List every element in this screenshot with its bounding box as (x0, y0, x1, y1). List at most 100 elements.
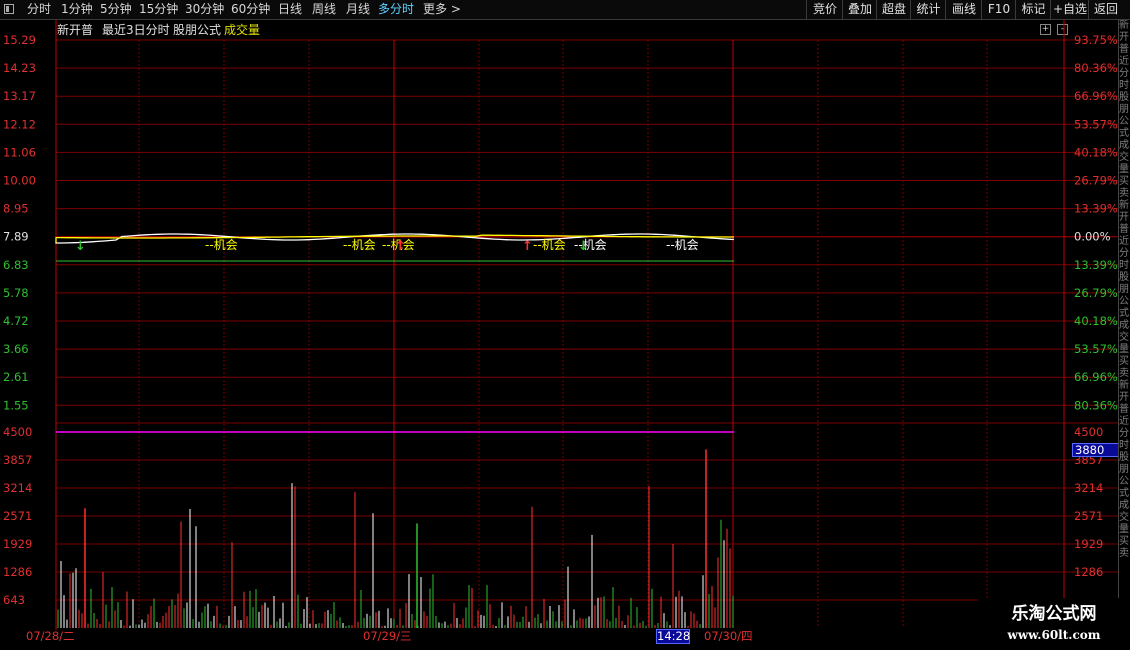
side-panel-char: 式 (1119, 308, 1129, 319)
side-panel-char: 普 (1119, 44, 1129, 55)
side-panel-char: 朋 (1119, 464, 1129, 475)
volume-bars (57, 449, 734, 628)
stats-button[interactable]: 统计 (910, 0, 946, 19)
price-axis-labels: 15.29 93.75% 14.23 80.36% 13.17 66.96% 12.12 53… (3, 33, 1118, 412)
volume-tick-label: 3214 (3, 481, 32, 495)
pct-tick-label: 13.39% (1074, 258, 1118, 272)
price-tick-label: 6.83 (3, 258, 29, 272)
mark-button[interactable]: 标记 (1015, 0, 1051, 19)
tab-weekly[interactable]: 周线 (312, 1, 336, 18)
tab-5min[interactable]: 5分钟 (100, 1, 132, 18)
side-panel-char: 分 (1119, 68, 1129, 79)
pct-tick-label: 26.79% (1074, 174, 1118, 188)
status-bar (0, 646, 978, 650)
side-panel-char: 开 (1119, 392, 1129, 403)
volume-tick-label-right: 2571 (1074, 509, 1103, 523)
pct-tick-label: 80.36% (1074, 61, 1118, 75)
price-tick-label: 11.06 (3, 145, 36, 159)
window-menu-icon[interactable] (4, 4, 14, 14)
side-panel-char: 新 (1119, 200, 1129, 211)
side-panel-char: 卖 (1119, 548, 1129, 559)
side-panel-char: 分 (1119, 248, 1129, 259)
side-panel-char: 股 (1119, 272, 1129, 283)
tab-60min[interactable]: 60分钟 (231, 1, 270, 18)
side-panel-char: 交 (1119, 332, 1129, 343)
side-panel-char: 式 (1119, 128, 1129, 139)
sell-arrow-icon: ↓ (75, 239, 86, 254)
back-button[interactable]: 返回 (1088, 0, 1123, 19)
side-panel-char: 量 (1119, 344, 1129, 355)
side-panel-char: 普 (1119, 404, 1129, 415)
watermark-url: www.60lt.com (1007, 628, 1101, 642)
tab-30min[interactable]: 30分钟 (185, 1, 224, 18)
side-panel-char: 分 (1119, 428, 1129, 439)
draw-button[interactable]: 画线 (945, 0, 982, 19)
side-panel-char: 卖 (1119, 368, 1129, 379)
chart-area[interactable]: 15.29 93.75% 14.23 80.36% 13.17 66.96% 12.12 53… (0, 20, 1118, 630)
buy-arrow-icon: ↑ (395, 239, 406, 254)
pct-tick-label: 26.79% (1074, 286, 1118, 300)
side-panel-char: 普 (1119, 224, 1129, 235)
sell-arrow-icon: ↓ (578, 239, 589, 254)
volume-tick-label: 643 (3, 593, 25, 607)
signal-markers: --机会 --机会 --机会 --机会 --机会 --机会↓ ↑ ↑ ↓ (75, 238, 699, 254)
price-tick-label: 14.23 (3, 61, 36, 75)
side-panel-char: 开 (1119, 32, 1129, 43)
x-date-2: 07/29/三 (363, 629, 412, 643)
price-tick-label: 8.95 (3, 202, 29, 216)
side-panel-char: 成 (1119, 500, 1129, 511)
side-panel-char: 时 (1119, 440, 1129, 451)
price-tick-label: 3.66 (3, 342, 29, 356)
side-panel-char: 成 (1119, 320, 1129, 331)
price-tick-label: 4.72 (3, 314, 29, 328)
crosshair-time: 14:28 (656, 629, 691, 644)
side-panel-char: 交 (1119, 152, 1129, 163)
side-panel-char: 朋 (1119, 284, 1129, 295)
side-panel-char: 买 (1119, 176, 1129, 187)
side-panel-char: 式 (1119, 488, 1129, 499)
volume-tick-label: 2571 (3, 509, 32, 523)
tab-multi-day[interactable]: 多分时 (378, 1, 414, 18)
overlay-button[interactable]: 叠加 (842, 0, 877, 19)
tab-monthly[interactable]: 月线 (346, 1, 370, 18)
side-panel-char: 成 (1119, 140, 1129, 151)
pct-tick-label: 66.96% (1074, 89, 1118, 103)
tab-fenshi[interactable]: 分时 (27, 1, 51, 18)
pct-tick-label: 53.57% (1074, 117, 1118, 131)
f10-button[interactable]: F10 (981, 0, 1016, 19)
pct-tick-label: 53.57% (1074, 342, 1118, 356)
side-panel-char: 股 (1119, 92, 1129, 103)
volume-tick-label-right: 3214 (1074, 481, 1103, 495)
period-toolbar: 分时 1分钟 5分钟 15分钟 30分钟 60分钟 日线 周线 月线 多分时 更… (0, 0, 1130, 20)
buy-arrow-icon: ↑ (522, 239, 533, 254)
pct-tick-label: 40.18% (1074, 145, 1118, 159)
side-panel-char: 时 (1119, 260, 1129, 271)
side-panel-char: 公 (1119, 116, 1129, 127)
price-tick-label: 7.89 (3, 230, 29, 244)
volume-tick-label-right: 1929 (1074, 537, 1103, 551)
pct-tick-label: 80.36% (1074, 398, 1118, 412)
price-tick-label: 10.00 (3, 174, 36, 188)
signal-label: --机会 (205, 238, 238, 252)
add-watchlist-button[interactable]: +自选 (1050, 0, 1089, 19)
price-tick-label: 13.17 (3, 89, 36, 103)
super-button[interactable]: 超盘 (876, 0, 911, 19)
auction-button[interactable]: 竞价 (806, 0, 843, 19)
watermark: 乐淘公式网 www.60lt.com (978, 598, 1130, 650)
volume-tick-label: 1929 (3, 537, 32, 551)
volume-tick-label: 3857 (3, 453, 32, 467)
signal-label: --机会 (343, 238, 376, 252)
tab-15min[interactable]: 15分钟 (139, 1, 178, 18)
tab-1min[interactable]: 1分钟 (61, 1, 93, 18)
price-tick-label: 1.55 (3, 398, 29, 412)
volume-tick-label-right: 1286 (1074, 565, 1103, 579)
side-panel-char: 新 (1119, 380, 1129, 391)
volume-current-value: 3880 (1072, 443, 1122, 457)
tab-daily[interactable]: 日线 (278, 1, 302, 18)
pct-tick-label: 13.39% (1074, 202, 1118, 216)
side-panel-char: 近 (1119, 56, 1129, 67)
pct-tick-label: 0.00% (1074, 230, 1111, 244)
side-panel-char: 时 (1119, 80, 1129, 91)
signal-label: --机会 (533, 238, 566, 252)
tab-more[interactable]: 更多 > (423, 1, 461, 18)
